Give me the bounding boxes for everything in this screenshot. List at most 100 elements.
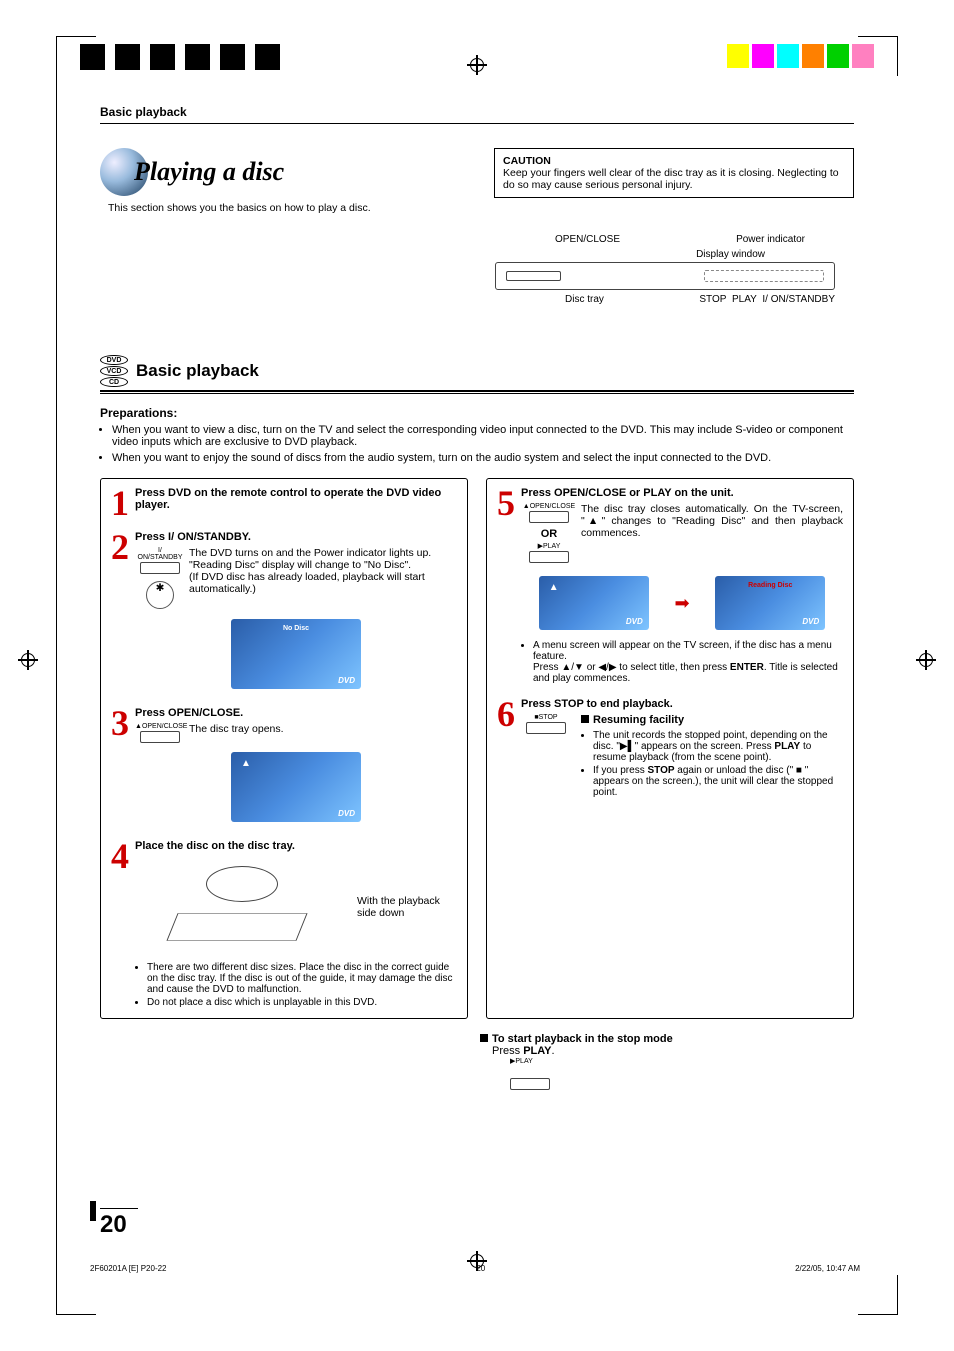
color-swatch xyxy=(802,44,824,68)
page-root: Basic playback Playing a disc This secti… xyxy=(0,0,954,1351)
step-2: 2 Press I/ ON/STANDBY. I/ ON/STANDBY ✱ T… xyxy=(111,531,457,695)
list-item: A menu screen will appear on the TV scre… xyxy=(533,640,843,684)
button-label: ▲OPEN/CLOSE xyxy=(135,723,185,730)
basic-playback-title: Basic playback xyxy=(136,361,259,381)
steps-column-right: 5 Press OPEN/CLOSE or PLAY on the unit. … xyxy=(486,478,854,1019)
page-title: Playing a disc xyxy=(134,157,284,187)
resuming-label: Resuming facility xyxy=(593,714,684,726)
tv-screen-icon: No Disc DVD xyxy=(231,619,361,689)
step-number: 2 xyxy=(111,531,129,695)
page-content: Basic playback Playing a disc This secti… xyxy=(100,105,854,1093)
button-label: ▶PLAY xyxy=(521,542,577,550)
device-diagram: OPEN/CLOSE Power indicator Display windo… xyxy=(495,234,835,305)
step-number: 3 xyxy=(111,707,129,828)
crop-mark-icon xyxy=(56,36,96,76)
preparations-label: Preparations: xyxy=(100,406,854,420)
step-heading: Press I/ ON/STANDBY. xyxy=(135,531,457,543)
step-number: 4 xyxy=(111,840,129,1010)
crop-mark-icon xyxy=(56,1275,96,1315)
list-item: Do not place a disc which is unplayable … xyxy=(147,997,457,1008)
disc-type-badges: DVD VCD CD xyxy=(100,355,128,387)
color-swatch xyxy=(727,44,749,68)
list-item: If you press STOP again or unload the di… xyxy=(593,765,843,798)
button-label: ▲OPEN/CLOSE xyxy=(521,503,577,510)
caution-label: CAUTION xyxy=(503,155,845,167)
color-registration-blocks xyxy=(724,44,874,68)
steps-columns: 1 Press DVD on the remote control to ope… xyxy=(100,478,854,1019)
screen-text: No Disc xyxy=(283,625,309,632)
arrow-right-icon: ➡ xyxy=(674,593,689,614)
registration-mark-icon xyxy=(18,650,38,670)
steps-column-left: 1 Press DVD on the remote control to ope… xyxy=(100,478,468,1019)
button-label: I/ ON/STANDBY xyxy=(135,547,185,561)
play-button-icon xyxy=(529,551,569,563)
registration-mark-icon xyxy=(467,55,487,75)
button-label: ▶PLAY xyxy=(510,1057,854,1065)
button-label: ■STOP xyxy=(521,714,571,721)
step-heading: Press OPEN/CLOSE. xyxy=(135,707,457,719)
screen-logo: DVD xyxy=(802,617,819,626)
step-number: 5 xyxy=(497,487,515,686)
device-body-icon xyxy=(495,262,835,290)
heading-underline xyxy=(100,390,854,394)
crop-line xyxy=(56,76,57,1315)
square-bullet-icon xyxy=(581,715,589,723)
tv-screen-icon: ▲ DVD xyxy=(539,576,649,630)
list-item: The unit records the stopped point, depe… xyxy=(593,730,843,763)
diagram-label: STOP xyxy=(699,294,726,305)
screen-logo: DVD xyxy=(338,809,355,818)
diagram-label: Disc tray xyxy=(565,294,604,305)
black-registration-blocks xyxy=(80,44,290,70)
diagram-label: Power indicator xyxy=(736,234,805,245)
diagram-label: OPEN/CLOSE xyxy=(555,234,620,245)
step-heading: Place the disc on the disc tray. xyxy=(135,840,457,852)
crop-mark-icon xyxy=(858,36,898,76)
bottom-note-heading: To start playback in the stop mode xyxy=(492,1033,673,1045)
step-heading: Press OPEN/CLOSE or PLAY on the unit. xyxy=(521,487,843,499)
tv-screen-icon: Reading Disc DVD xyxy=(715,576,825,630)
eject-icon: ▲ xyxy=(241,758,251,769)
tv-screen-icon: ▲ DVD xyxy=(231,752,361,822)
caution-box: CAUTION Keep your fingers well clear of … xyxy=(494,148,854,198)
square-bullet-icon xyxy=(480,1034,488,1042)
power-icon: ✱ xyxy=(146,581,174,609)
on-standby-button-icon xyxy=(140,562,180,574)
list-item: When you want to view a disc, turn on th… xyxy=(112,424,854,448)
open-close-button-icon xyxy=(529,511,569,523)
screen-text: Reading Disc xyxy=(748,582,792,589)
caution-text: Keep your fingers well clear of the disc… xyxy=(503,167,845,191)
screen-logo: DVD xyxy=(626,617,643,626)
page-subtitle: This section shows you the basics on how… xyxy=(108,202,474,214)
color-swatch xyxy=(777,44,799,68)
list-item: There are two different disc sizes. Plac… xyxy=(147,962,457,995)
stop-button-icon xyxy=(526,722,566,734)
basic-playback-heading: DVD VCD CD Basic playback xyxy=(100,355,854,387)
title-row: Playing a disc This section shows you th… xyxy=(100,148,854,214)
cd-badge-icon: CD xyxy=(100,377,128,387)
diagram-label: Display window xyxy=(696,249,765,260)
footer-doc-id: 2F60201A [E] P20-22 xyxy=(90,1264,167,1273)
color-swatch xyxy=(752,44,774,68)
eject-icon: ▲ xyxy=(549,582,559,593)
step-heading: Press STOP to end playback. xyxy=(521,698,843,710)
open-close-button-icon xyxy=(140,731,180,743)
page-number-tab xyxy=(90,1201,96,1221)
bottom-note: To start playback in the stop mode Press… xyxy=(480,1033,854,1093)
diagram-label: I/ ON/STANDBY xyxy=(762,294,835,305)
vcd-badge-icon: VCD xyxy=(100,366,128,376)
or-label: OR xyxy=(521,528,577,540)
crop-mark-icon xyxy=(858,1275,898,1315)
registration-mark-icon xyxy=(916,650,936,670)
list-item: When you want to enjoy the sound of disc… xyxy=(112,452,854,464)
dvd-badge-icon: DVD xyxy=(100,355,128,365)
bottom-note-text: Press PLAY. xyxy=(492,1045,555,1057)
page-number: 20 xyxy=(100,1208,138,1239)
step-number: 1 xyxy=(111,487,129,519)
step-6: 6 Press STOP to end playback. ■STOP Resu… xyxy=(497,698,843,800)
step-number: 6 xyxy=(497,698,515,800)
footer-print-info: 2F60201A [E] P20-22 20 2/22/05, 10:47 AM xyxy=(90,1264,860,1273)
step-text: With the playback side down xyxy=(357,895,457,919)
screen-logo: DVD xyxy=(338,676,355,685)
step-4: 4 Place the disc on the disc tray. With … xyxy=(111,840,457,1010)
disc-tray-illustration xyxy=(172,862,312,952)
